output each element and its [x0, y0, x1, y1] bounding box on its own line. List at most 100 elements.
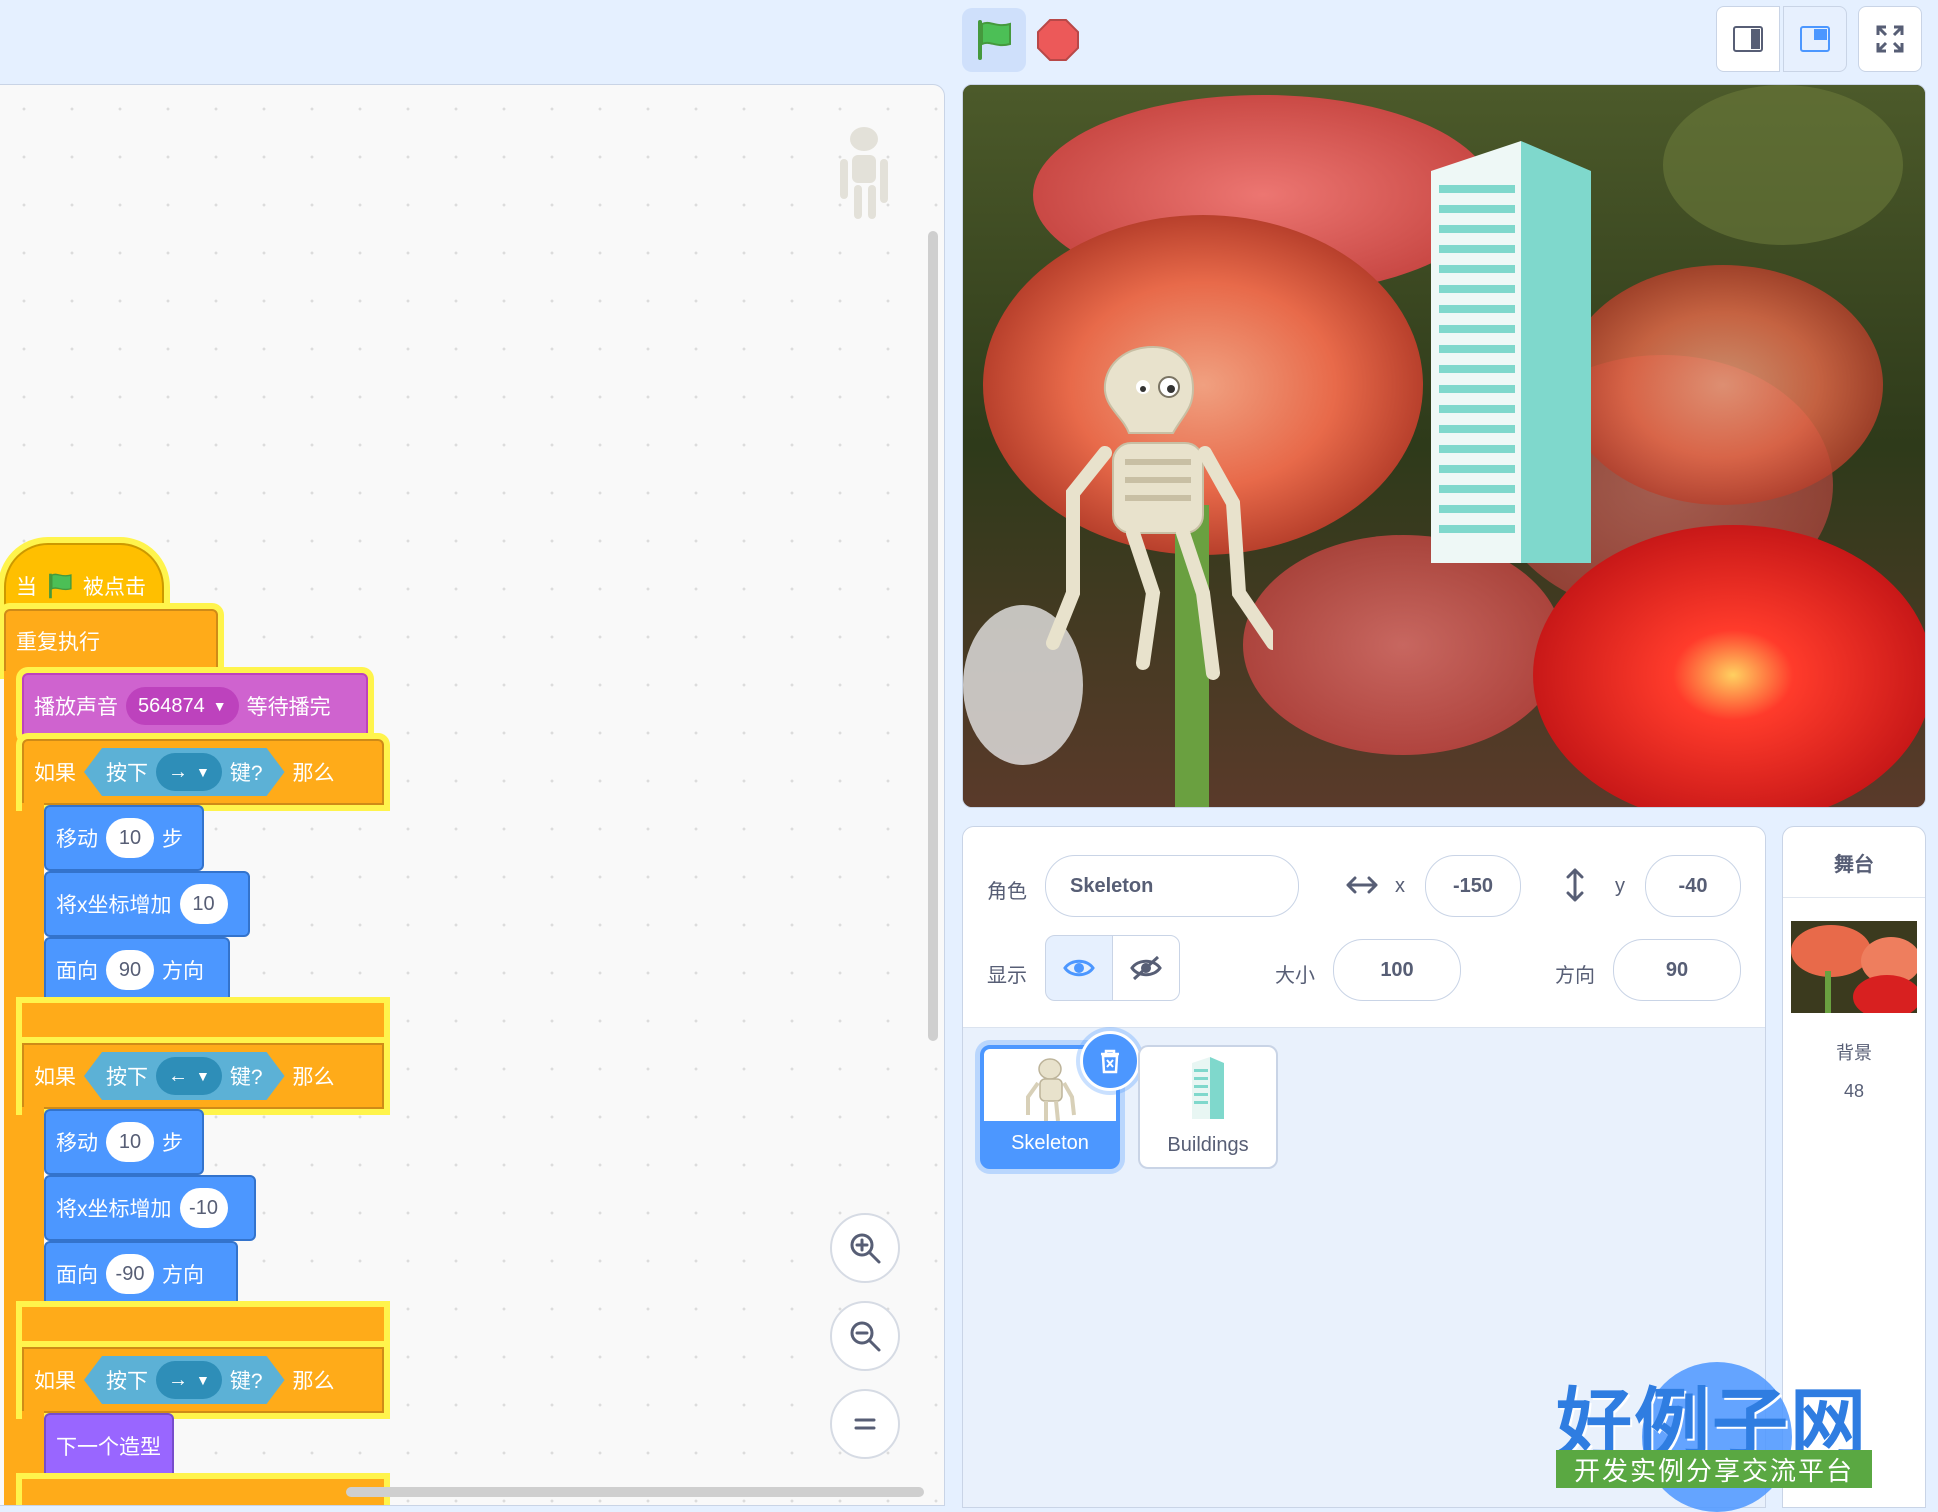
green-flag-button[interactable]	[962, 8, 1026, 72]
when-flag-clicked-block[interactable]: 当 被点击	[4, 543, 164, 609]
skeleton-thumbnail	[1026, 1058, 1076, 1122]
if-key-left-block[interactable]: 如果 按下 ← ▼ 键? 那么	[22, 1043, 384, 1109]
x-value: -150	[1452, 874, 1494, 897]
delete-sprite-button[interactable]	[1080, 1031, 1140, 1091]
x-input[interactable]: -150	[1425, 855, 1521, 917]
show-label: 显示	[987, 965, 1027, 987]
key-value: ←	[168, 1064, 188, 1087]
point-suffix: 方向	[162, 1264, 204, 1287]
key-pressed-right-condition[interactable]: 按下 → ▼ 键?	[84, 748, 285, 796]
move-label: 移动	[56, 828, 98, 851]
stop-button[interactable]	[1034, 16, 1082, 64]
buildings-thumbnail	[1192, 1057, 1224, 1119]
point-direction-block[interactable]: 面向 90 方向	[44, 937, 230, 1003]
backdrop-count: 48	[1843, 1081, 1865, 1101]
direction-label: 方向	[1555, 965, 1595, 987]
direction-value: 90	[1665, 958, 1689, 981]
key-dropdown[interactable]: → ▼	[156, 1361, 222, 1399]
sprite-thumb-buildings[interactable]: Buildings	[1138, 1045, 1278, 1169]
hide-sprite-button[interactable]	[1112, 935, 1180, 1001]
point-label: 面向	[56, 960, 98, 983]
key-pressed-left-condition[interactable]: 按下 ← ▼ 键?	[84, 1052, 285, 1100]
zoom-reset-button[interactable]	[830, 1389, 900, 1459]
watermark-subtitle: 开发实例分享交流平台	[1556, 1450, 1872, 1488]
forever-label: 重复执行	[16, 631, 100, 654]
if-key-right-block[interactable]: 如果 按下 → ▼ 键? 那么	[22, 1347, 384, 1413]
fullscreen-icon	[1876, 25, 1904, 53]
play-sound-until-done-block[interactable]: 播放声音 564874 ▼ 等待播完	[22, 673, 368, 739]
code-workspace[interactable]: 当 被点击 重复执行 播放声音 564874 ▼ 等待播完 如果 按下 → ▼ …	[0, 84, 945, 1506]
key-pressed-label: 按下	[106, 762, 148, 785]
x-label: x	[1395, 875, 1405, 897]
current-sprite-ghost-icon	[840, 127, 888, 219]
horizontal-scrollbar[interactable]	[346, 1487, 924, 1497]
small-stage-icon	[1733, 26, 1763, 52]
then-label: 那么	[292, 762, 335, 785]
point-label: 面向	[56, 1264, 98, 1287]
if-label: 如果	[34, 1066, 76, 1089]
show-sprite-button[interactable]	[1045, 935, 1113, 1001]
y-label: y	[1615, 875, 1625, 897]
key-suffix: 键?	[229, 1066, 263, 1089]
forever-arm	[4, 671, 24, 1505]
change-x-input[interactable]: 10	[179, 884, 228, 924]
small-stage-button[interactable]	[1716, 6, 1780, 72]
change-x-label: 将x坐标增加	[56, 894, 172, 917]
stage[interactable]	[962, 84, 1926, 808]
dropdown-arrow-icon: ▼	[196, 1068, 210, 1084]
zoom-in-button[interactable]	[830, 1213, 900, 1283]
eye-icon	[1063, 959, 1095, 977]
change-x-input[interactable]: -10	[179, 1188, 228, 1228]
backdrop-thumbnail	[1791, 921, 1917, 1013]
key-pressed-right-condition[interactable]: 按下 → ▼ 键?	[84, 1356, 285, 1404]
sound-dropdown[interactable]: 564874 ▼	[126, 687, 239, 725]
key-dropdown[interactable]: → ▼	[156, 753, 222, 791]
vertical-scrollbar[interactable]	[928, 231, 938, 1041]
change-x-block[interactable]: 将x坐标增加 -10	[44, 1175, 256, 1241]
key-suffix: 键?	[229, 762, 263, 785]
if-key-right-block[interactable]: 如果 按下 → ▼ 键? 那么	[22, 739, 384, 805]
dropdown-arrow-icon: ▼	[212, 698, 227, 714]
stage-title: 舞台	[1783, 827, 1925, 898]
next-costume-block[interactable]: 下一个造型	[44, 1413, 174, 1479]
y-input[interactable]: -40	[1645, 855, 1741, 917]
x-arrows-icon	[1346, 876, 1378, 894]
key-pressed-label: 按下	[106, 1066, 148, 1089]
move-steps-input[interactable]: 10	[106, 1122, 154, 1162]
direction-input[interactable]: -90	[106, 1254, 154, 1294]
move-label: 移动	[56, 1132, 98, 1155]
zoom-out-button[interactable]	[830, 1301, 900, 1371]
hat-suffix: 被点击	[83, 576, 146, 599]
change-x-block[interactable]: 将x坐标增加 10	[44, 871, 250, 937]
sprite-label: 角色	[987, 881, 1027, 903]
forever-block[interactable]: 重复执行	[4, 609, 218, 673]
move-steps-block[interactable]: 移动 10 步	[44, 805, 204, 871]
large-stage-button[interactable]	[1783, 6, 1847, 72]
move-steps-input[interactable]: 10	[106, 818, 154, 858]
direction-input[interactable]: 90	[1613, 939, 1741, 1001]
zoom-in-icon	[850, 1233, 881, 1264]
backdrop-label: 背景	[1836, 1043, 1872, 1063]
watermark-logo: 好例子网 开发实例分享交流平台	[1556, 1362, 1872, 1512]
fullscreen-button[interactable]	[1858, 6, 1922, 72]
move-suffix: 步	[162, 1132, 183, 1155]
key-dropdown[interactable]: ← ▼	[156, 1057, 222, 1095]
green-flag-icon	[978, 20, 1011, 60]
skeleton-sprite[interactable]	[1033, 343, 1273, 683]
eye-hidden-icon	[1130, 955, 1162, 981]
hat-prefix: 当	[16, 576, 37, 599]
play-sound-suffix: 等待播完	[246, 696, 331, 719]
point-direction-block[interactable]: 面向 -90 方向	[44, 1241, 238, 1307]
large-stage-icon	[1800, 26, 1830, 52]
buildings-sprite[interactable]	[1431, 141, 1591, 563]
key-value: →	[168, 760, 188, 783]
sprite-name-input[interactable]: Skeleton	[1045, 855, 1299, 917]
equals-icon	[854, 1418, 876, 1430]
change-x-label: 将x坐标增加	[56, 1198, 172, 1221]
size-input[interactable]: 100	[1333, 939, 1461, 1001]
key-pressed-label: 按下	[106, 1370, 148, 1393]
move-steps-block[interactable]: 移动 10 步	[44, 1109, 204, 1175]
direction-input[interactable]: 90	[106, 950, 154, 990]
move-suffix: 步	[162, 828, 183, 851]
y-arrows-icon	[1566, 868, 1584, 902]
